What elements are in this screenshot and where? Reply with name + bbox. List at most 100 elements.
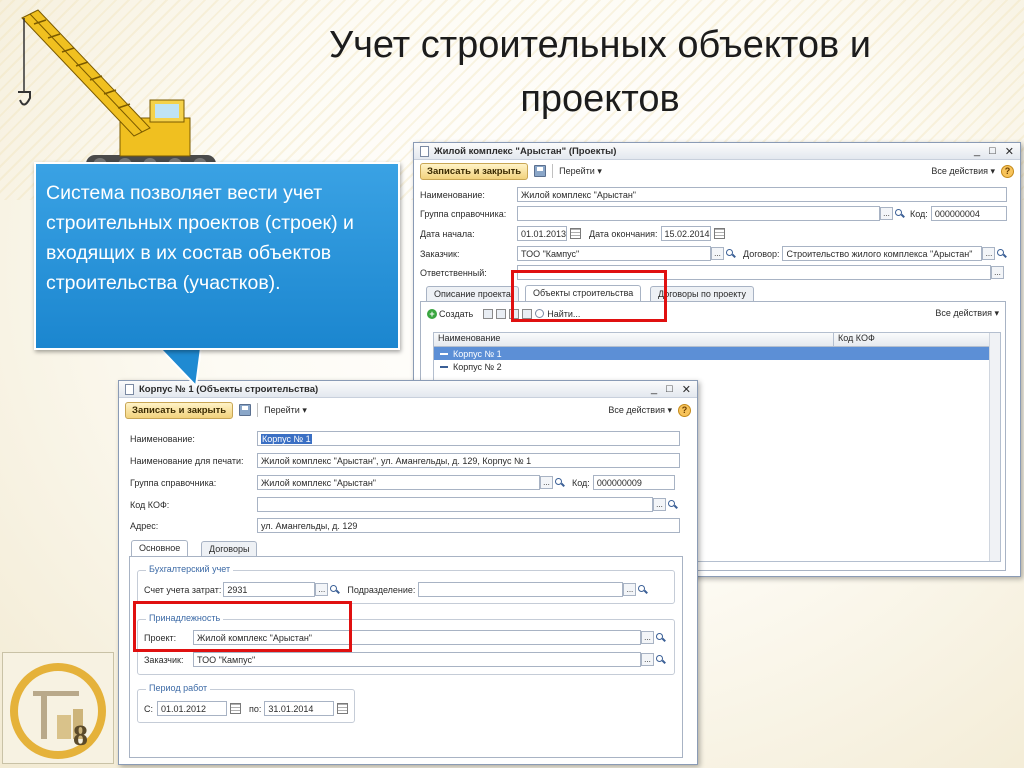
project-window-titlebar[interactable]: Жилой комплекс "Арыстан" (Проекты) _ □ ✕ — [414, 143, 1020, 160]
division-label: Подразделение: — [347, 584, 416, 595]
name-input[interactable]: Корпус № 1 — [257, 431, 680, 446]
find-icon — [535, 309, 545, 318]
division-input[interactable] — [418, 582, 624, 597]
grid-scrollbar[interactable] — [989, 333, 1000, 561]
group-input[interactable]: Жилой комплекс "Арыстан" — [257, 475, 540, 490]
calendar-icon[interactable] — [713, 228, 725, 239]
project-input[interactable]: Жилой комплекс "Арыстан" — [193, 630, 641, 645]
code-label: Код: — [572, 477, 590, 488]
magnifier-icon[interactable] — [654, 653, 667, 666]
tab-project-description[interactable]: Описание проекта — [426, 286, 519, 301]
account-select-button[interactable]: ... — [315, 583, 329, 596]
period-group: Период работ С: 01.01.2012 по: 31.01.201… — [137, 683, 355, 723]
all-actions-menu[interactable]: Все действия ▾ — [931, 166, 995, 177]
column-kof-header[interactable]: Код КОФ — [834, 333, 875, 346]
table-row[interactable]: Корпус № 2 — [434, 360, 1000, 373]
ownership-group-title: Принадлежность — [146, 613, 224, 623]
period-to-label: по: — [249, 703, 262, 714]
magnifier-icon[interactable] — [553, 476, 566, 489]
create-button[interactable]: Создать — [439, 309, 473, 319]
find-button[interactable]: Найти... — [547, 309, 580, 319]
customer-input[interactable]: ТОО "Кампус" — [193, 652, 641, 667]
group-label: Группа справочника: — [420, 208, 507, 219]
name-label: Наименование: — [130, 433, 195, 444]
contract-input[interactable]: Строительство жилого комплекса "Арыстан" — [782, 246, 983, 261]
row-name: Корпус № 2 — [453, 361, 502, 372]
magnifier-icon[interactable] — [666, 498, 679, 511]
kof-select-button[interactable]: ... — [653, 498, 666, 511]
magnifier-icon[interactable] — [654, 631, 667, 644]
project-select-button[interactable]: ... — [641, 631, 654, 644]
magnifier-icon[interactable] — [995, 247, 1008, 260]
all-actions-menu[interactable]: Все действия ▾ — [608, 405, 672, 416]
magnifier-icon[interactable] — [724, 247, 737, 260]
help-icon[interactable]: ? — [1001, 164, 1014, 178]
address-input[interactable]: ул. Амангельды, д. 129 — [257, 518, 680, 533]
magnifier-icon[interactable] — [893, 207, 906, 220]
start-date-label: Дата начала: — [420, 228, 475, 239]
ownership-group: Принадлежность Проект: Жилой комплекс "А… — [137, 613, 675, 675]
customer-select-button[interactable]: ... — [641, 653, 654, 666]
logo-number: 8 — [73, 719, 88, 752]
period-from-input[interactable]: 01.01.2012 — [157, 701, 227, 716]
tab-project-contracts[interactable]: Договоры по проекту — [650, 286, 754, 301]
calendar-icon[interactable] — [230, 703, 241, 714]
period-to-input[interactable]: 31.01.2014 — [264, 701, 335, 716]
delete-icon[interactable] — [522, 308, 533, 319]
end-date-input[interactable]: 15.02.2014 — [660, 226, 711, 241]
name-input[interactable]: Жилой комплекс "Арыстан" — [517, 187, 1007, 202]
floppy-icon[interactable] — [239, 404, 252, 416]
goto-menu[interactable]: Перейти ▾ — [559, 166, 602, 177]
save-and-close-button[interactable]: Записать и закрыть — [420, 162, 529, 180]
calendar-icon[interactable] — [337, 703, 349, 714]
calendar-icon[interactable] — [570, 228, 581, 239]
slide-title: Учет строительных объектов и проектов — [328, 24, 871, 120]
magnifier-icon[interactable] — [328, 583, 341, 596]
copy-icon[interactable] — [496, 308, 507, 319]
customer-select-button[interactable]: ... — [711, 247, 724, 260]
group-select-button[interactable]: ... — [540, 476, 553, 489]
start-date-input[interactable]: 01.01.2013 — [517, 226, 567, 241]
contract-select-button[interactable]: ... — [982, 247, 996, 260]
responsible-input[interactable] — [517, 265, 991, 280]
save-and-close-button[interactable]: Записать и закрыть — [125, 401, 234, 419]
contract-label: Договор: — [743, 248, 780, 259]
maximize-button[interactable]: □ — [666, 383, 673, 396]
item-icon — [440, 365, 448, 368]
kof-input[interactable] — [257, 497, 653, 512]
table-row[interactable]: Корпус № 1 — [434, 347, 1000, 360]
tab-contracts[interactable]: Договоры — [201, 541, 258, 556]
help-icon[interactable]: ? — [678, 403, 691, 417]
crane-icon — [18, 9, 216, 175]
customer-input[interactable]: ТОО "Кампус" — [517, 246, 711, 261]
floppy-icon[interactable] — [534, 165, 547, 177]
grid-all-actions-menu[interactable]: Все действия ▾ — [935, 308, 999, 319]
magnifier-icon[interactable] — [636, 583, 649, 596]
column-name-header[interactable]: Наименование — [434, 333, 834, 346]
minimize-button[interactable]: _ — [974, 145, 980, 158]
create-icon: + — [427, 308, 437, 319]
close-button[interactable]: ✕ — [1005, 145, 1014, 158]
group-select-button[interactable]: ... — [880, 207, 893, 220]
code-input[interactable]: 000000009 — [592, 475, 675, 490]
code-input[interactable]: 000000004 — [930, 206, 1007, 221]
edit-icon[interactable] — [509, 308, 520, 319]
close-button[interactable]: ✕ — [682, 383, 691, 396]
tab-construction-objects[interactable]: Объекты строительства — [525, 285, 642, 301]
customer-label: Заказчик: — [420, 248, 460, 259]
document-icon — [420, 145, 429, 157]
group-input[interactable] — [517, 206, 880, 221]
minimize-button[interactable]: _ — [651, 383, 657, 396]
responsible-label: Ответственный: — [420, 267, 487, 278]
account-input[interactable]: 2931 — [223, 582, 316, 597]
period-from-label: С: — [144, 703, 153, 714]
separator — [257, 403, 259, 417]
goto-menu[interactable]: Перейти ▾ — [264, 405, 307, 416]
division-select-button[interactable]: ... — [623, 583, 637, 596]
maximize-button[interactable]: □ — [989, 145, 996, 158]
responsible-select-button[interactable]: ... — [991, 266, 1004, 279]
add-folder-icon[interactable] — [483, 308, 494, 319]
tab-main[interactable]: Основное — [131, 540, 189, 556]
print-name-input[interactable]: Жилой комплекс "Арыстан", ул. Амангельды… — [257, 453, 680, 468]
end-date-label: Дата окончания: — [589, 228, 658, 239]
